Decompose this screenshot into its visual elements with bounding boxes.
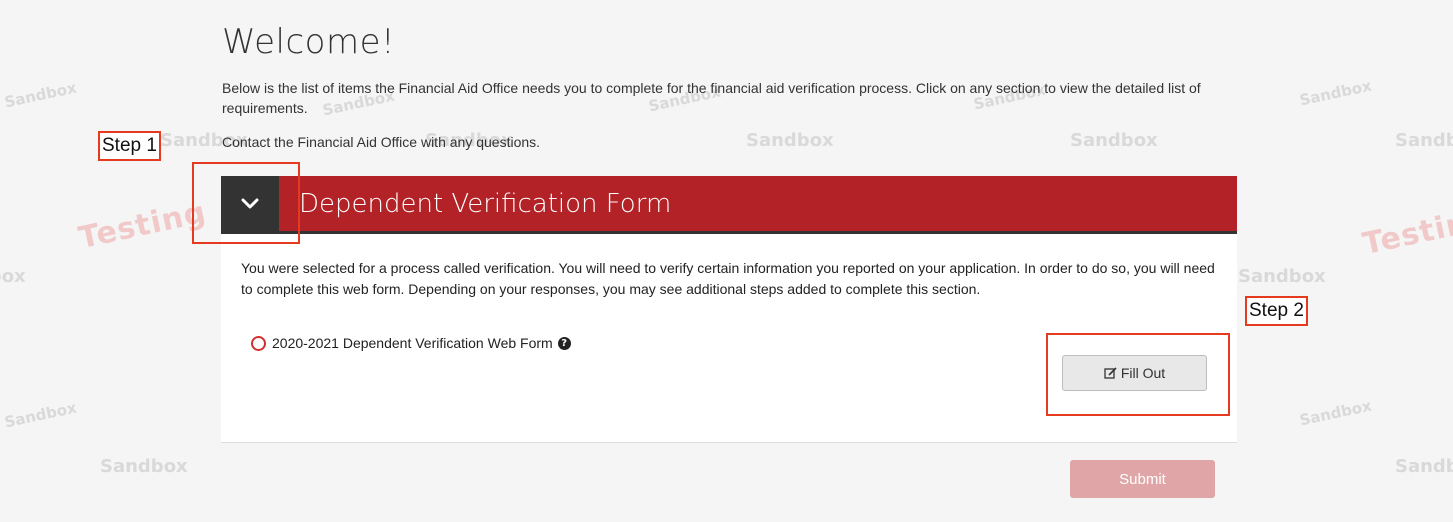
step1-annotation-label: Step 1 bbox=[98, 131, 161, 161]
section-footer: Submit bbox=[221, 442, 1237, 513]
step2-annotation-label: Step 2 bbox=[1245, 296, 1308, 326]
watermark-sandbox: Sandbox bbox=[2, 398, 79, 432]
watermark-sandbox: Sandbox bbox=[1395, 130, 1453, 151]
radio-empty-icon bbox=[251, 335, 266, 351]
page: Sandbox Sandbox Sandbox Sandbox Sandbox … bbox=[0, 0, 1453, 522]
watermark-sandbox: Sandbox bbox=[1297, 396, 1374, 430]
watermark-sandbox: Sandbox bbox=[0, 266, 26, 287]
step1-annotation-box bbox=[192, 162, 300, 244]
intro-text: Below is the list of items the Financial… bbox=[222, 80, 1201, 116]
requirement-item: 2020-2021 Dependent Verification Web For… bbox=[251, 335, 571, 351]
watermark-sandbox: Sandbox bbox=[2, 78, 79, 112]
section-description: You were selected for a process called v… bbox=[241, 260, 1215, 297]
watermark-sandbox: Sandbox bbox=[1238, 266, 1326, 287]
watermark-sandbox: Sandbox bbox=[1395, 456, 1453, 477]
watermark-sandbox: Sandbox bbox=[746, 130, 834, 151]
contact-text: Contact the Financial Aid Office with an… bbox=[222, 134, 541, 150]
question-circle-icon[interactable]: ? bbox=[557, 336, 571, 350]
step2-annotation-box bbox=[1046, 333, 1230, 416]
watermark-testing: Testing bbox=[1359, 200, 1453, 263]
watermark-testing: Testing bbox=[75, 194, 210, 257]
watermark-sandbox: Sandbox bbox=[100, 456, 188, 477]
section-header-dependent-verification[interactable]: Dependent Verification Form bbox=[221, 176, 1237, 234]
watermark-sandbox: Sandbox bbox=[1070, 130, 1158, 151]
watermark-sandbox: Sandbox bbox=[1297, 76, 1374, 110]
section-title: Dependent Verification Form bbox=[299, 188, 672, 219]
page-title: Welcome! bbox=[222, 22, 396, 62]
requirement-label: 2020-2021 Dependent Verification Web For… bbox=[272, 335, 553, 351]
submit-button[interactable]: Submit bbox=[1070, 460, 1215, 498]
